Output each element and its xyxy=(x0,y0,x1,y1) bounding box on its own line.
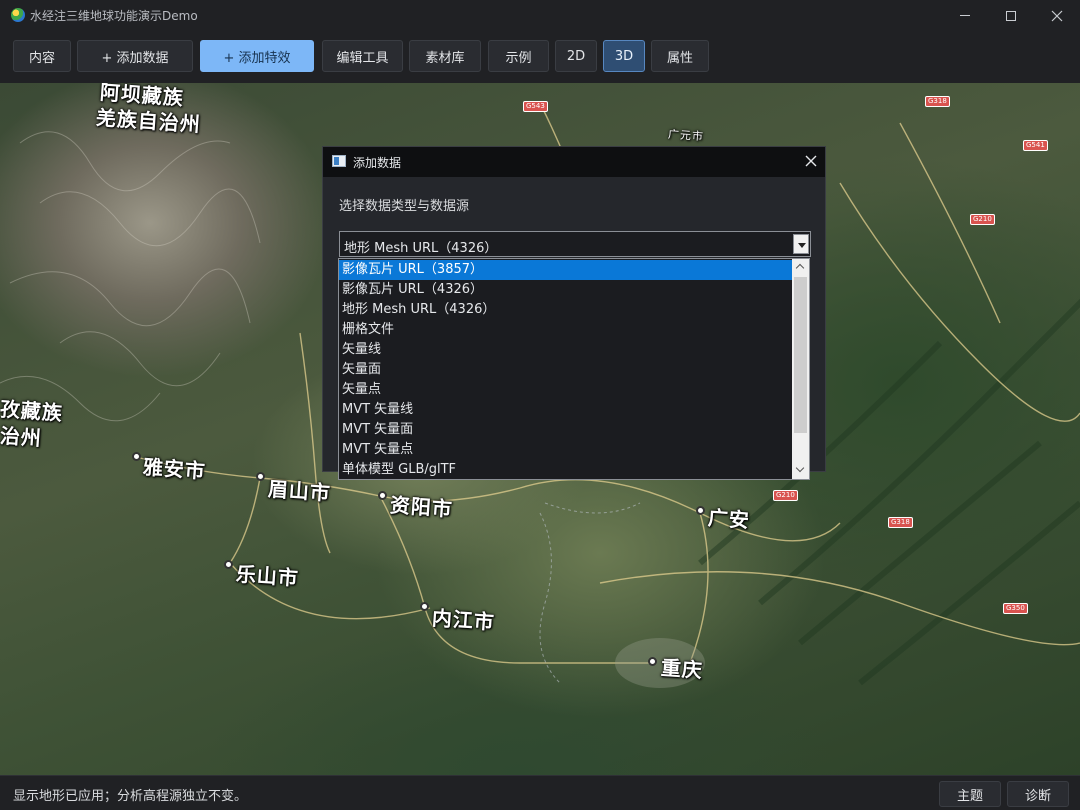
close-icon xyxy=(805,155,817,167)
scroll-up-icon[interactable] xyxy=(792,259,809,276)
3d-mode-button[interactable]: 3D xyxy=(603,40,645,72)
map-label: 重庆 xyxy=(660,655,704,683)
city-marker xyxy=(648,657,657,666)
status-message: 显示地形已应用；分析高程源独立不变。 xyxy=(13,789,248,804)
dropdown-option[interactable]: MVT 矢量面 xyxy=(339,420,793,440)
asset-library-button[interactable]: 素材库 xyxy=(409,40,481,72)
maximize-icon xyxy=(1006,10,1016,21)
dropdown-option[interactable]: MVT 矢量点 xyxy=(339,440,793,460)
data-type-select-value: 地形 Mesh URL（4326） xyxy=(344,241,498,256)
maximize-button[interactable] xyxy=(988,0,1034,31)
dropdown-option[interactable]: 矢量线 xyxy=(339,340,793,360)
road-sign: G318 xyxy=(925,96,950,107)
city-marker xyxy=(224,560,233,569)
map-label: 眉山市 xyxy=(267,476,332,506)
dropdown-option[interactable]: 栅格文件 xyxy=(339,320,793,340)
chevron-down-icon[interactable] xyxy=(793,234,809,254)
dialog-title-bar: 添加数据 xyxy=(323,147,825,177)
road-sign: G318 xyxy=(888,517,913,528)
close-window-button[interactable] xyxy=(1034,0,1080,31)
data-type-select[interactable]: 地形 Mesh URL（4326） xyxy=(339,231,811,257)
road-sign: G350 xyxy=(1003,603,1028,614)
globe-app-icon xyxy=(11,8,25,22)
scrollbar-thumb[interactable] xyxy=(794,277,807,433)
content-button[interactable]: 内容 xyxy=(13,40,71,72)
data-type-dropdown-list[interactable]: 影像瓦片 URL（3857） 影像瓦片 URL（4326） 地形 Mesh UR… xyxy=(338,258,810,480)
dialog-title: 添加数据 xyxy=(353,156,402,170)
dropdown-option[interactable]: MVT 矢量线 xyxy=(339,400,793,420)
add-data-button[interactable]: + 添加数据 xyxy=(77,40,193,72)
road-sign: G541 xyxy=(1023,140,1048,151)
title-bar: 水经注三维地球功能演示Demo xyxy=(0,0,1080,31)
add-effect-button[interactable]: + 添加特效 xyxy=(200,40,314,72)
road-sign: G210 xyxy=(773,490,798,501)
edit-tools-button[interactable]: 编辑工具 xyxy=(322,40,403,72)
dropdown-option[interactable]: 矢量面 xyxy=(339,360,793,380)
main-toolbar: 内容 + 添加数据 + 添加特效 编辑工具 素材库 示例 2D 3D 属性 xyxy=(0,31,1080,83)
map-label: 治州 xyxy=(0,423,43,451)
app-window: 水经注三维地球功能演示Demo 内容 + 添加数据 + 添加特效 编辑工具 素材… xyxy=(0,0,1080,810)
dialog-prompt: 选择数据类型与数据源 xyxy=(339,199,470,214)
dropdown-option[interactable]: 地形 Mesh URL（4326） xyxy=(339,300,793,320)
dropdown-option[interactable]: 矢量点 xyxy=(339,380,793,400)
window-icon xyxy=(332,155,346,167)
map-label: 广元市 xyxy=(667,127,705,144)
2d-mode-button[interactable]: 2D xyxy=(555,40,597,72)
dropdown-option[interactable]: 影像瓦片 URL（4326） xyxy=(339,280,793,300)
window-title: 水经注三维地球功能演示Demo xyxy=(30,9,198,23)
properties-button[interactable]: 属性 xyxy=(651,40,709,72)
diagnose-button[interactable]: 诊断 xyxy=(1007,781,1069,807)
status-bar: 显示地形已应用；分析高程源独立不变。 主题 诊断 xyxy=(0,775,1080,810)
city-marker xyxy=(420,602,429,611)
map-label: 内江市 xyxy=(431,605,496,635)
minimize-icon xyxy=(960,15,970,16)
road-sign: G543 xyxy=(523,101,548,112)
city-marker xyxy=(132,452,141,461)
dropdown-option[interactable]: 单体模型 GLB/glTF xyxy=(339,460,793,479)
dropdown-scrollbar[interactable] xyxy=(792,259,809,479)
city-marker xyxy=(256,472,265,481)
map-label: 资阳市 xyxy=(389,492,454,522)
minimize-button[interactable] xyxy=(942,0,988,31)
theme-button[interactable]: 主题 xyxy=(939,781,1001,807)
road-sign: G210 xyxy=(970,214,995,225)
map-label: 广安 xyxy=(707,505,751,533)
map-label: 乐山市 xyxy=(235,561,300,591)
scroll-down-icon[interactable] xyxy=(792,462,809,479)
close-icon xyxy=(1051,10,1063,21)
city-marker xyxy=(378,491,387,500)
dialog-close-button[interactable] xyxy=(801,151,821,171)
map-label: 雅安市 xyxy=(142,454,207,484)
dropdown-option[interactable]: 影像瓦片 URL（3857） xyxy=(339,260,793,280)
examples-button[interactable]: 示例 xyxy=(488,40,549,72)
city-marker xyxy=(696,506,705,515)
